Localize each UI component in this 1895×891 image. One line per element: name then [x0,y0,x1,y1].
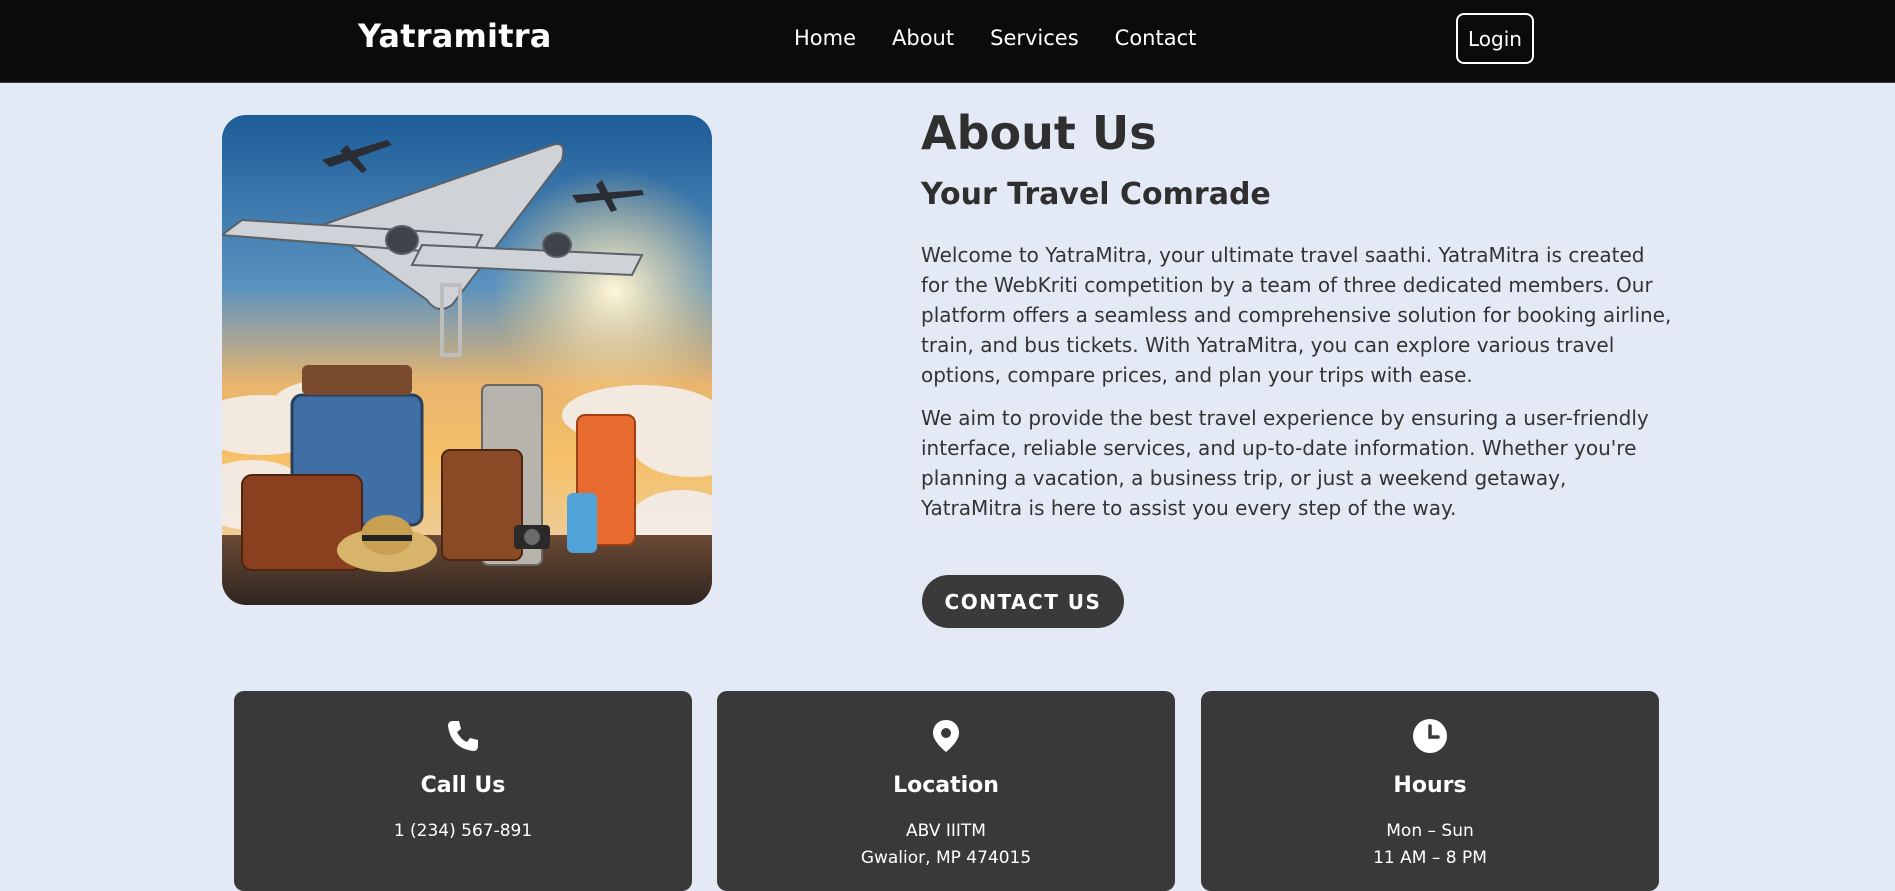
about-paragraph-1: Welcome to YatraMitra, your ultimate tra… [921,243,1672,387]
info-card-location: Location ABV IIITM Gwalior, MP 474015 [717,691,1175,891]
location-pin-icon [933,720,959,752]
top-navbar: Yatramitra Home About Services Contact L… [0,0,1895,83]
contact-us-button[interactable]: CONTACT US [922,575,1124,628]
about-subtitle: Your Travel Comrade [921,177,1271,212]
address-line-2: Gwalior, MP 474015 [860,848,1032,868]
hours-time: 11 AM – 8 PM [1373,848,1487,868]
about-hero-image [222,115,712,605]
brand-logo[interactable]: Yatramitra [358,17,551,55]
nav-link-services[interactable]: Services [990,26,1079,50]
info-card-hours: Hours Mon – Sun 11 AM – 8 PM [1201,691,1659,891]
address-line-1: ABV IIITM [906,821,986,841]
phone-icon [448,721,478,751]
phone-number: 1 (234) 567-891 [393,821,533,841]
hours-days: Mon – Sun [1386,821,1474,841]
info-card-call: Call Us 1 (234) 567-891 [234,691,692,891]
about-section: About Us Your Travel Comrade Welcome to … [921,103,1679,523]
clock-icon [1413,719,1447,753]
page-title: About Us [921,106,1157,160]
nav-link-contact[interactable]: Contact [1115,26,1197,50]
nav-link-home[interactable]: Home [794,26,856,50]
nav-link-about[interactable]: About [892,26,954,50]
card-title: Location [893,773,999,798]
about-paragraph-2: We aim to provide the best travel experi… [921,406,1649,520]
card-title: Call Us [420,773,506,798]
card-title: Hours [1393,773,1467,798]
login-button[interactable]: Login [1456,13,1534,64]
main-nav: Home About Services Contact [794,26,1232,50]
